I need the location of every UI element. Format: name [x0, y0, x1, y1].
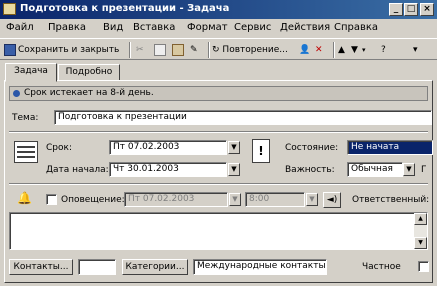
status-icon: ! — [252, 139, 270, 163]
attach-button[interactable]: ✎ — [190, 42, 198, 58]
assign-task-button[interactable]: 👤 — [299, 42, 310, 58]
notes-scrollbar[interactable]: ▲ ▼ — [414, 213, 427, 249]
owner-label: Ответственный: — [352, 195, 430, 205]
paperclip-icon: ✎ — [190, 45, 198, 55]
reminder-time-field[interactable]: 8:00 — [245, 192, 305, 207]
toolbar-options-button[interactable]: ▾ — [413, 42, 418, 58]
private-label: Частное — [362, 262, 401, 272]
info-banner-text: Срок истекает на 8-й день. — [24, 88, 154, 98]
save-close-label: Сохранить и закрыть — [18, 45, 120, 55]
copy-button[interactable] — [154, 42, 168, 58]
subject-label: Тема: — [12, 113, 39, 123]
toolbar: Сохранить и закрыть ✂ ✎ ↻ Повторение... … — [0, 38, 437, 60]
toolbar-separator — [333, 42, 335, 58]
subject-input[interactable]: Подготовка к презентации — [54, 110, 432, 125]
chevron-down-icon: ▼ — [406, 165, 412, 173]
down-arrow-icon: ▼ — [351, 45, 358, 55]
contacts-field[interactable] — [78, 259, 116, 275]
reminder-time-dropdown[interactable]: ▼ — [306, 193, 318, 206]
status-select[interactable]: Не начата — [347, 140, 433, 155]
menu-file[interactable]: Файл — [6, 22, 34, 33]
window-title: Подготовка к презентации - Задача — [20, 3, 230, 14]
menu-edit[interactable]: Правка — [48, 22, 86, 33]
reminder-date-dropdown[interactable]: ▼ — [229, 193, 241, 206]
priority-extra-label: Г — [421, 165, 427, 175]
menu-format[interactable]: Формат — [187, 22, 228, 33]
start-date-dropdown[interactable]: ▼ — [228, 163, 240, 176]
due-date-field[interactable]: Пт 07.02.2003 — [109, 140, 227, 155]
copy-icon — [154, 43, 166, 56]
save-close-button[interactable]: Сохранить и закрыть — [4, 42, 119, 58]
delete-button[interactable]: ✕ — [315, 42, 323, 58]
private-checkbox[interactable] — [418, 261, 429, 272]
previous-item-button[interactable]: ▲ — [338, 42, 345, 58]
reminder-sound-button[interactable]: ◄) — [323, 192, 341, 208]
paste-button[interactable] — [172, 42, 186, 58]
chevron-down-icon: ▼ — [231, 143, 237, 151]
up-arrow-icon: ▲ — [338, 45, 345, 55]
task-app-icon — [3, 3, 16, 15]
reminder-checkbox[interactable] — [46, 194, 57, 205]
help-button[interactable]: ? — [381, 42, 386, 58]
chevron-down-icon: ▼ — [231, 165, 237, 173]
menu-bar: Файл Правка Вид Вставка Формат Сервис Де… — [0, 19, 437, 38]
cut-icon: ✂ — [136, 45, 144, 55]
scroll-up-icon[interactable]: ▲ — [414, 213, 427, 225]
contacts-button[interactable]: Контакты... — [9, 259, 73, 275]
minimize-button[interactable]: _ — [389, 3, 403, 16]
help-icon: ? — [381, 45, 386, 55]
due-label: Срок: — [46, 143, 72, 153]
menu-help[interactable]: Справка — [334, 22, 378, 33]
status-label: Состояние: — [285, 143, 339, 153]
tab-details[interactable]: Подробно — [58, 64, 120, 81]
toolbar-separator — [129, 42, 131, 58]
bell-icon: 🔔 — [17, 191, 32, 205]
info-icon — [13, 90, 20, 97]
next-item-button[interactable]: ▼ — [351, 42, 358, 58]
due-date-dropdown[interactable]: ▼ — [228, 141, 240, 154]
start-date-field[interactable]: Чт 30.01.2003 — [109, 162, 227, 177]
chevron-down-icon: ▼ — [309, 195, 315, 203]
scroll-down-icon[interactable]: ▼ — [414, 237, 427, 249]
maximize-button[interactable]: □ — [404, 3, 418, 16]
paste-icon — [172, 43, 184, 56]
categories-field[interactable]: Международные контакты — [193, 259, 327, 275]
recurrence-label: Повторение... — [222, 45, 288, 55]
save-icon — [4, 43, 16, 56]
chevron-down-icon: ▼ — [232, 195, 238, 203]
tab-task[interactable]: Задача — [5, 63, 57, 82]
menu-view[interactable]: Вид — [103, 22, 123, 33]
info-banner: Срок истекает на 8-й день. — [9, 86, 428, 101]
close-button[interactable]: × — [420, 3, 434, 16]
nav-dropdown[interactable]: ▾ — [362, 42, 366, 58]
priority-select[interactable]: Обычная — [347, 162, 403, 177]
menu-tools[interactable]: Сервис — [234, 22, 271, 33]
divider — [9, 183, 428, 185]
priority-label: Важность: — [285, 165, 335, 175]
calendar-icon — [14, 141, 38, 163]
categories-button[interactable]: Категории... — [122, 259, 188, 275]
toolbar-separator — [208, 42, 210, 58]
reminder-label: Оповещение: — [61, 195, 125, 205]
delete-icon: ✕ — [315, 45, 323, 55]
chevron-down-icon: ▾ — [413, 45, 418, 55]
speaker-icon: ◄) — [326, 195, 338, 205]
notes-textarea[interactable] — [9, 212, 428, 250]
priority-dropdown[interactable]: ▼ — [403, 163, 415, 176]
divider — [9, 131, 428, 133]
start-label: Дата начала: — [46, 165, 109, 175]
menu-insert[interactable]: Вставка — [133, 22, 175, 33]
recurrence-icon: ↻ — [212, 45, 220, 55]
menu-actions[interactable]: Действия — [280, 22, 330, 33]
title-bar: Подготовка к презентации - Задача _ □ × — [0, 0, 437, 19]
recurrence-button[interactable]: ↻ Повторение... — [212, 42, 288, 58]
assign-icon: 👤 — [299, 45, 311, 55]
cut-button[interactable]: ✂ — [136, 42, 144, 58]
reminder-date-field[interactable]: Пт 07.02.2003 — [124, 192, 228, 207]
chevron-down-icon: ▾ — [362, 46, 366, 54]
